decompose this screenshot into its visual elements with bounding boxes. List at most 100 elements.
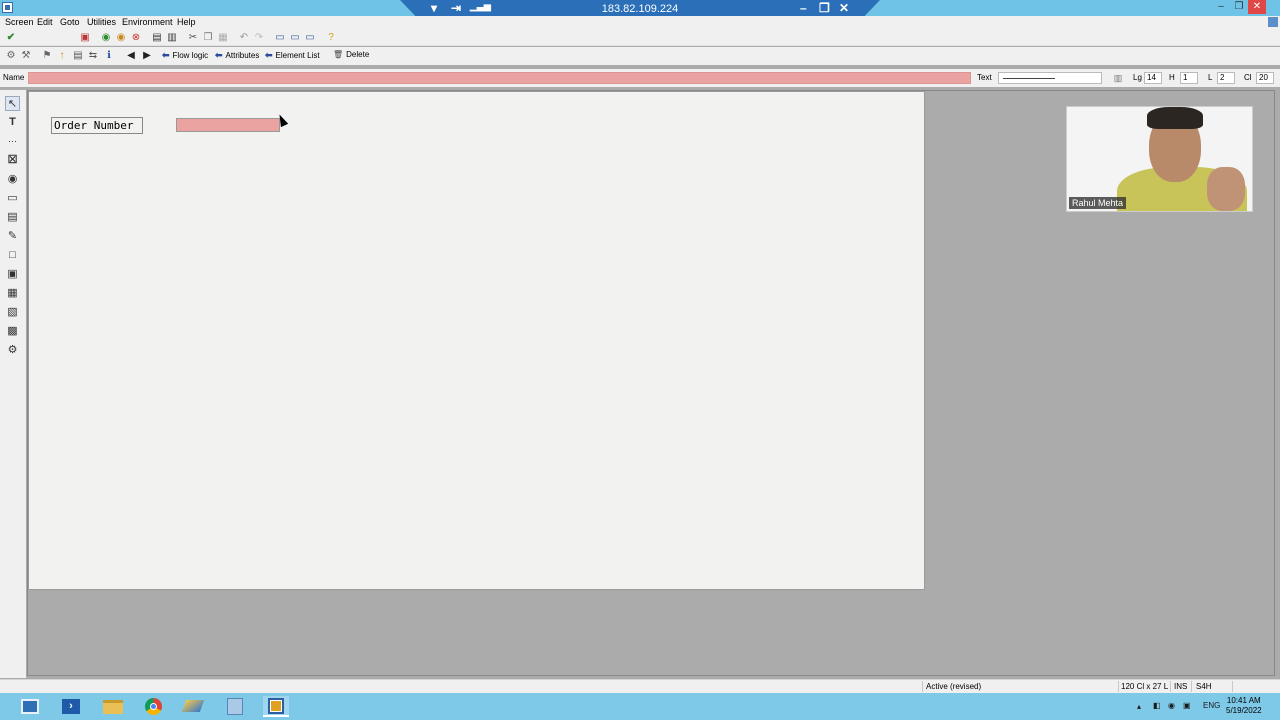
screen-painter-icon[interactable] <box>263 696 289 717</box>
tray-volume-icon[interactable]: ◉ <box>1168 701 1175 710</box>
info-icon[interactable]: ℹ <box>103 50 115 62</box>
status-separator <box>1118 681 1119 692</box>
display-change-icon[interactable]: ▤ <box>72 50 84 62</box>
create-session-icon[interactable]: ▭ <box>274 32 286 44</box>
arrow-left-icon: ⬅ <box>215 50 223 60</box>
trash-icon: 🗑 <box>333 50 344 59</box>
order-number-label[interactable]: Order Number <box>51 117 143 134</box>
h-field[interactable]: 1 <box>1180 72 1198 84</box>
minimize-button[interactable]: – <box>1212 0 1230 14</box>
previous-icon[interactable]: ◀ <box>125 50 137 62</box>
l-field[interactable]: 2 <box>1217 72 1235 84</box>
menu-edit[interactable]: Edit <box>37 17 53 27</box>
layout-icon[interactable]: ▭ <box>304 32 316 44</box>
find-icon[interactable]: ▥ <box>166 32 178 44</box>
other-object-icon[interactable]: ⇆ <box>87 50 99 62</box>
sap-app-icon <box>2 2 13 13</box>
cut-icon[interactable]: ✂ <box>187 32 199 44</box>
attributes-button[interactable]: ⬅ Attributes <box>215 50 259 61</box>
tray-language[interactable]: ENG <box>1203 701 1220 710</box>
print-icon[interactable]: ▤ <box>151 32 163 44</box>
tabstrip-icon[interactable]: ▤ <box>5 210 20 225</box>
restore-button[interactable]: ❐ <box>1230 0 1248 14</box>
undo-icon[interactable]: ↶ <box>238 32 250 44</box>
status-separator <box>922 681 923 692</box>
status-icon[interactable]: ⚙ <box>5 343 20 358</box>
next-icon[interactable]: ▶ <box>141 50 153 62</box>
arrow-left-icon: ⬅ <box>265 50 273 60</box>
sap-logon-icon[interactable] <box>180 696 206 717</box>
chrome-icon[interactable] <box>141 696 167 717</box>
lg-field[interactable]: 14 <box>1144 72 1162 84</box>
enter-icon[interactable]: ✔ <box>5 32 17 44</box>
file-explorer-icon[interactable] <box>100 696 126 717</box>
menu-environment[interactable]: Environment <box>122 17 173 27</box>
tray-clock[interactable]: 10:41 AM 5/19/2022 <box>1226 696 1262 716</box>
rdp-minimize-button[interactable]: – <box>800 1 807 15</box>
delete-button[interactable]: 🗑 Delete <box>333 50 369 59</box>
layout-menu-icon[interactable] <box>1268 17 1278 27</box>
exit-icon[interactable]: ◉ <box>115 32 127 44</box>
table-control-icon[interactable]: ▦ <box>5 286 20 301</box>
flow-logic-label: Flow logic <box>172 51 209 60</box>
element-text-input[interactable] <box>998 72 1102 84</box>
subscreen-icon[interactable]: ▣ <box>5 267 20 282</box>
rdp-restore-button[interactable]: ❐ <box>819 1 830 15</box>
menu-utilities[interactable]: Utilities <box>87 17 116 27</box>
order-number-input[interactable] <box>176 118 280 132</box>
flow-logic-button[interactable]: ⬅ Flow logic <box>162 50 208 61</box>
webcam-overlay: Rahul Mehta <box>1066 106 1253 212</box>
custom-control-icon[interactable]: ▩ <box>5 324 20 339</box>
menu-screen[interactable]: Screen <box>5 17 34 27</box>
input-field-icon[interactable]: ⋯ <box>5 134 20 149</box>
pushbutton-icon[interactable]: ▭ <box>5 191 20 206</box>
save-icon[interactable]: ▣ <box>79 32 91 44</box>
participant-name: Rahul Mehta <box>1069 197 1127 209</box>
tabstrip-wizard-icon[interactable]: ✎ <box>5 229 20 244</box>
status-separator <box>1191 681 1192 692</box>
dictionary-icon[interactable]: ▥ <box>1112 72 1124 84</box>
shortcut-icon[interactable]: ▭ <box>289 32 301 44</box>
status-mode: INS <box>1174 682 1188 691</box>
menu-help[interactable]: Help <box>177 17 196 27</box>
server-manager-icon[interactable] <box>17 696 43 717</box>
close-button[interactable]: ✕ <box>1248 0 1266 14</box>
element-list-button[interactable]: ⬅ Element List <box>265 50 320 61</box>
h-label: H <box>1169 73 1175 82</box>
tray-arrow-icon[interactable]: ▴ <box>1137 702 1141 711</box>
cl-field[interactable]: 20 <box>1256 72 1274 84</box>
box-icon[interactable]: □ <box>5 248 20 263</box>
paste-icon[interactable]: ▦ <box>217 32 229 44</box>
copy-icon[interactable]: ❐ <box>202 32 214 44</box>
attributes-label: Attributes <box>225 51 260 60</box>
status-state: Active (revised) <box>926 682 982 691</box>
radio-button-icon[interactable]: ◉ <box>5 172 20 187</box>
where-used-icon[interactable]: ↑ <box>56 50 68 62</box>
screen-canvas[interactable]: Order Number <box>28 91 925 590</box>
delete-label: Delete <box>346 50 370 59</box>
text-label: Text <box>977 73 992 82</box>
checkbox-icon[interactable]: ☒ <box>5 153 20 168</box>
application-toolbar: ⚙ ⚒ ⚑ ↑ ▤ ⇆ ℹ ◀ ▶ ⬅ Flow logic ⬅ Attribu… <box>0 47 1280 65</box>
redo-icon[interactable]: ↷ <box>253 32 265 44</box>
check-icon[interactable]: ⚒ <box>20 50 32 62</box>
clock-time: 10:41 AM <box>1226 696 1261 705</box>
cancel-icon[interactable]: ⊗ <box>130 32 142 44</box>
lg-label: Lg <box>1133 73 1142 82</box>
test-icon[interactable]: ⚙ <box>5 50 17 62</box>
activate-icon[interactable]: ⚑ <box>41 50 53 62</box>
tray-network-icon[interactable]: ◧ <box>1153 701 1161 710</box>
element-name-input[interactable] <box>28 72 971 84</box>
text-field-icon[interactable]: T <box>5 115 20 130</box>
sap-gui-icon[interactable] <box>222 696 248 717</box>
webcam-hair <box>1147 107 1203 129</box>
rdp-close-button[interactable]: ✕ <box>839 1 849 15</box>
help-icon[interactable]: ? <box>325 32 337 44</box>
pointer-icon[interactable]: ↖ <box>5 96 20 111</box>
table-wizard-icon[interactable]: ▧ <box>5 305 20 320</box>
menu-goto[interactable]: Goto <box>60 17 80 27</box>
arrow-left-icon: ⬅ <box>162 50 170 60</box>
powershell-icon[interactable]: › <box>58 696 84 717</box>
back-icon[interactable]: ◉ <box>100 32 112 44</box>
tray-security-icon[interactable]: ▣ <box>1183 701 1191 710</box>
